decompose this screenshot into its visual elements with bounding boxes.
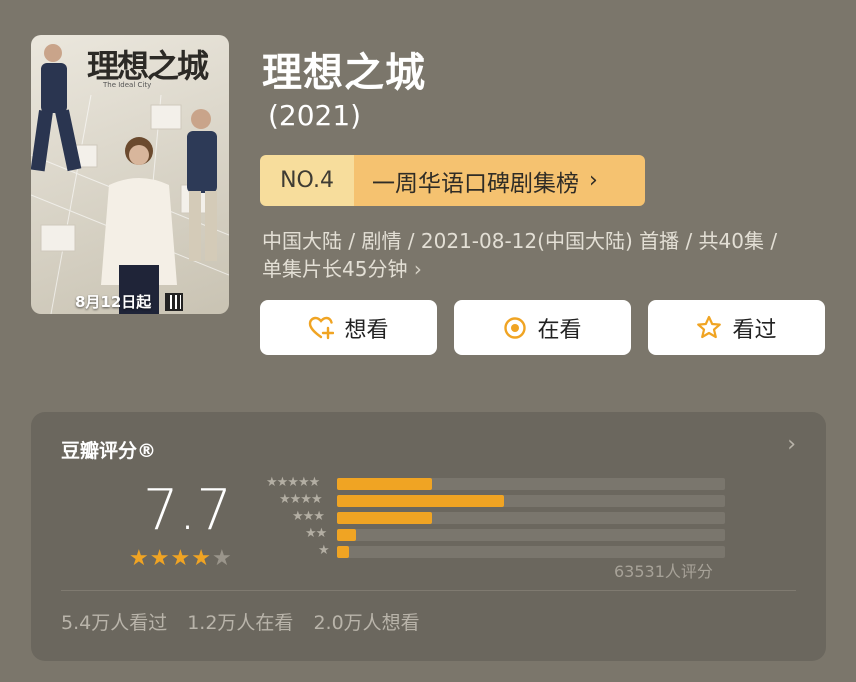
want-to-watch-button[interactable]: 想看 (260, 300, 437, 355)
meta-line-2: 单集片长45分钟 (262, 257, 408, 281)
release-year: (2021) (268, 99, 362, 132)
star-icon: ★ (129, 546, 149, 571)
poster-image[interactable]: 理想之城 The Ideal City 8月12日起 (31, 35, 229, 314)
chevron-right-icon[interactable]: › (787, 432, 796, 457)
meta-line-1: 中国大陆 / 剧情 / 2021-08-12(中国大陆) 首播 / 共40集 / (262, 229, 778, 253)
meta-line-2-container: 单集片长45分钟 › (262, 255, 837, 283)
page-title: 理想之城 (262, 50, 426, 96)
watch-stats: 5.4万人看过 1.2万人在看 2.0万人想看 (61, 608, 420, 635)
action-buttons: 想看 在看 看过 (260, 300, 825, 355)
circle-dot-icon (504, 316, 527, 339)
star-icon: ★ (191, 546, 211, 571)
heart-plus-icon (309, 316, 335, 339)
rating-card-title: 豆瓣评分® (61, 440, 157, 462)
watched-label: 看过 (732, 317, 777, 343)
qr-code-icon (165, 293, 183, 311)
rank-label-container: 一周华语口碑剧集榜 › (354, 155, 645, 206)
show-meta[interactable]: 中国大陆 / 剧情 / 2021-08-12(中国大陆) 首播 / 共40集 /… (262, 227, 837, 283)
want-count: 2.0万人想看 (313, 612, 420, 634)
chevron-right-icon: › (589, 168, 598, 193)
rating-score: 7.7 (143, 478, 233, 543)
distribution-track (337, 512, 725, 524)
poster-subtitle: The Ideal City (103, 81, 152, 89)
divider (61, 590, 796, 591)
watched-button[interactable]: 看过 (648, 300, 825, 355)
watching-count: 1.2万人在看 (187, 612, 294, 634)
distribution-bar (337, 478, 433, 490)
distribution-bar (337, 512, 433, 524)
rating-card[interactable]: 豆瓣评分® › 7.7 ★ ★ ★ ★ ★ ★★★★★ ★★★★ ★★★ ★★ ★ 63531人… (31, 412, 826, 661)
star-icon: ★ (170, 546, 191, 571)
distribution-bar (337, 495, 504, 507)
star-icon: ★ (149, 546, 170, 571)
watching-button[interactable]: 在看 (454, 300, 631, 355)
chevron-right-icon: › (413, 257, 422, 281)
rank-number: NO.4 (260, 155, 354, 206)
distribution-track (337, 495, 725, 507)
distribution-bar (337, 529, 357, 541)
distribution-bar (337, 546, 349, 558)
rank-label: 一周华语口碑剧集榜 (372, 170, 579, 197)
watching-label: 在看 (537, 317, 582, 343)
star-icon: ★ (211, 546, 232, 571)
rating-total: 63531人评分 (614, 562, 713, 581)
star-outline-icon (697, 315, 722, 339)
distribution-track (337, 529, 725, 541)
distribution-track (337, 546, 725, 558)
watched-count: 5.4万人看过 (61, 612, 168, 634)
poster-date: 8月12日起 (75, 293, 152, 311)
want-to-watch-label: 想看 (344, 317, 389, 343)
ranking-badge[interactable]: NO.4 一周华语口碑剧集榜 › (260, 155, 645, 206)
distribution-track (337, 478, 725, 490)
rating-stars: ★ ★ ★ ★ ★ (129, 548, 232, 570)
